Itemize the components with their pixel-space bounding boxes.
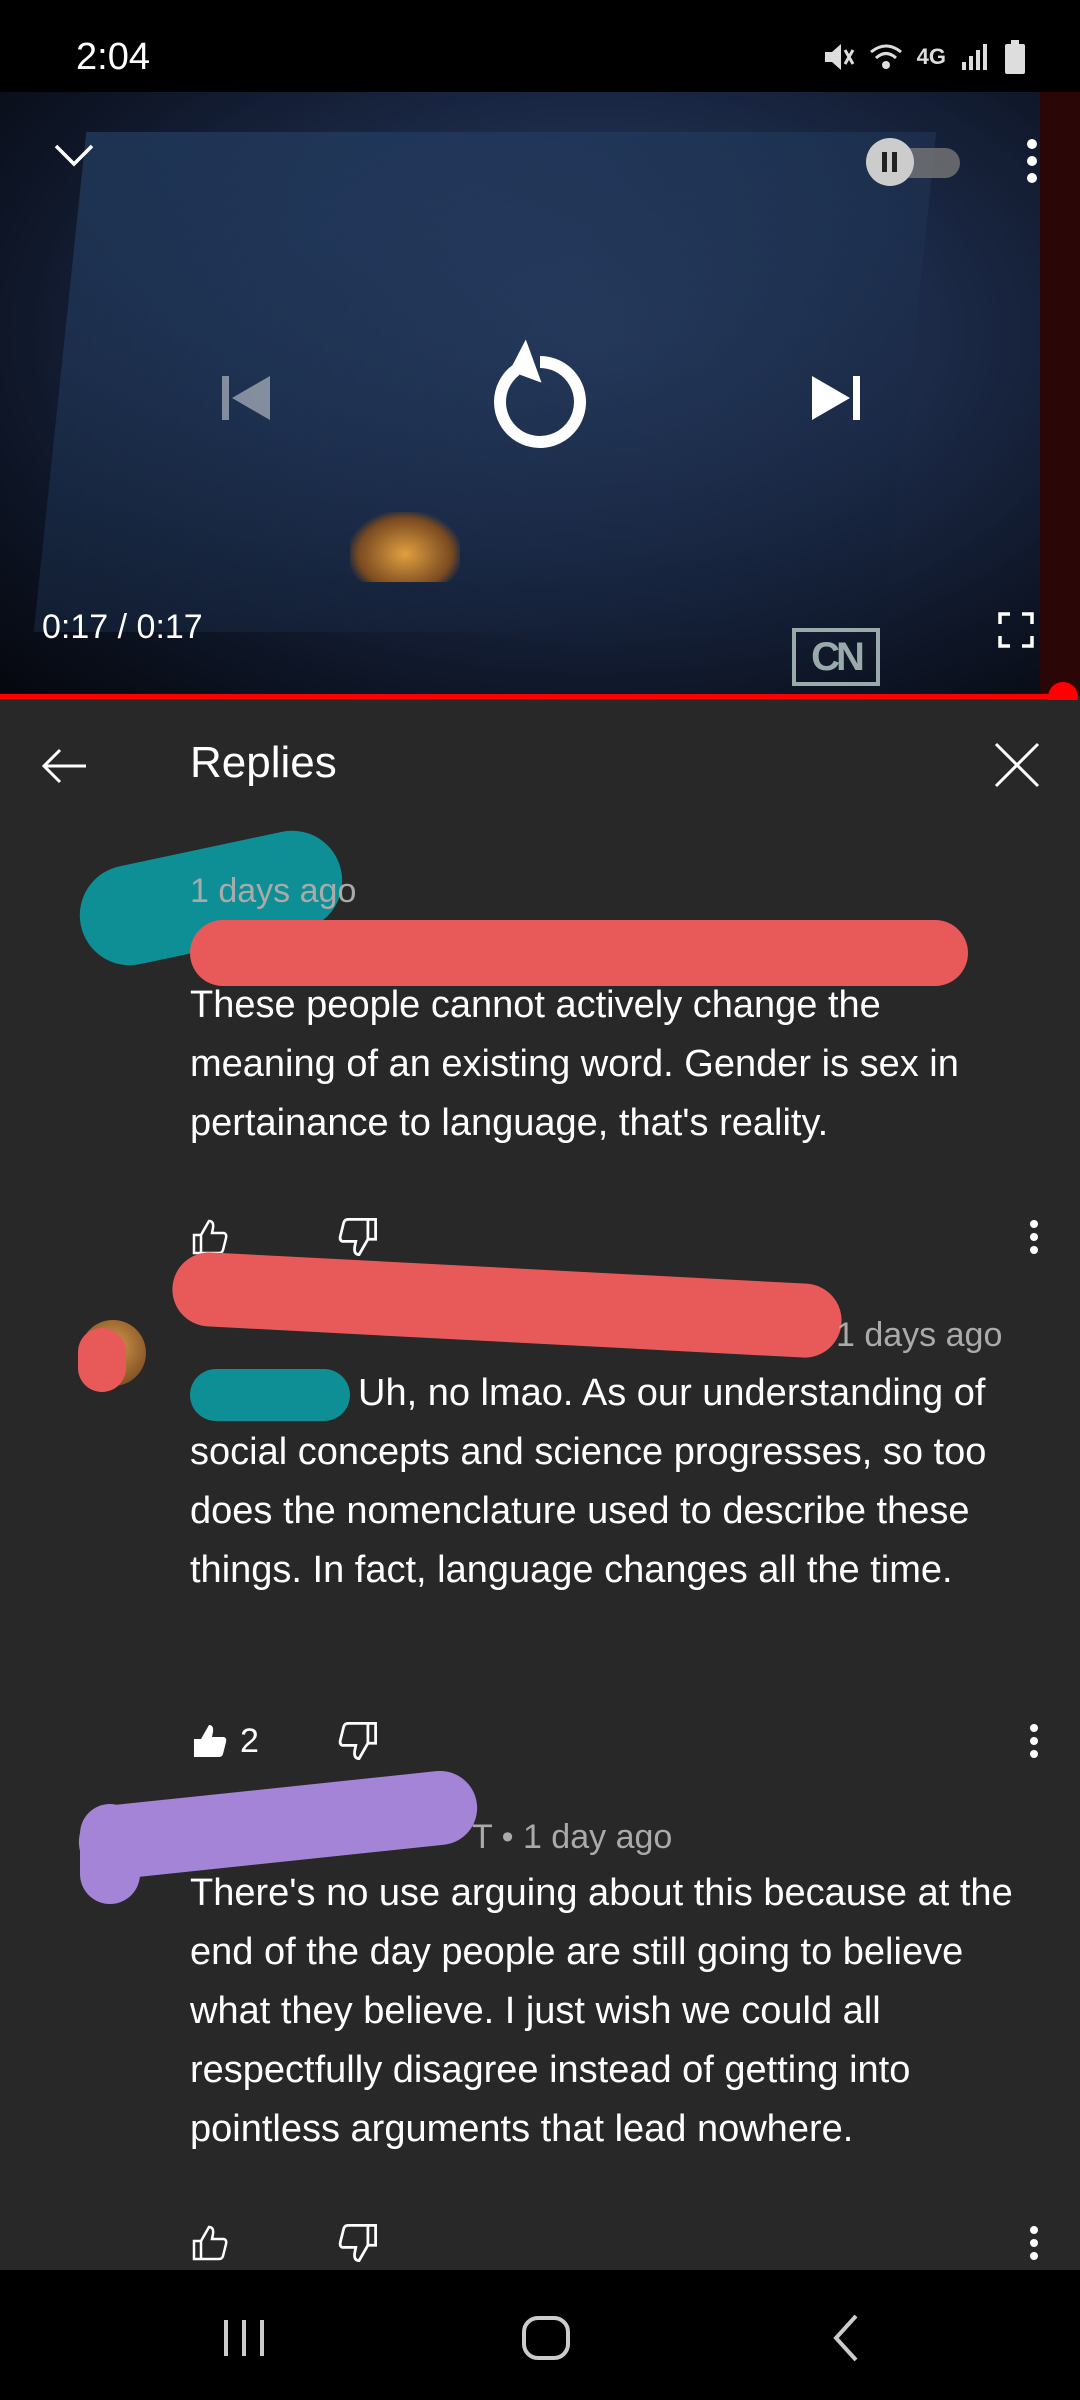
system-nav-bar	[0, 2270, 1080, 2400]
pause-icon	[866, 138, 914, 186]
replay-icon[interactable]	[486, 330, 594, 450]
comment-actions	[190, 1212, 1050, 1262]
thumb-down-icon[interactable]	[336, 1212, 380, 1262]
battery-icon	[1005, 40, 1025, 74]
thumb-down-icon[interactable]	[336, 2218, 380, 2268]
next-icon[interactable]	[808, 370, 864, 426]
redacted-avatar	[80, 1804, 140, 1904]
time-separator: /	[108, 608, 137, 646]
home-icon[interactable]	[516, 2308, 576, 2368]
duration: 0:17	[136, 608, 203, 646]
mute-icon	[824, 44, 854, 70]
comment-actions: 2	[190, 1716, 1050, 1766]
more-options-icon[interactable]	[1026, 1716, 1042, 1766]
video-frame	[33, 132, 937, 632]
like-button[interactable]: 2	[190, 1716, 259, 1766]
like-count: 2	[240, 1721, 259, 1760]
signal-icon	[962, 44, 987, 70]
like-button[interactable]	[190, 2218, 240, 2268]
time-display: 0:17 / 0:17	[42, 608, 203, 647]
comment-meta: 1 days ago	[190, 872, 357, 910]
status-icons: 4G	[821, 40, 1026, 74]
progress-bar[interactable]	[0, 694, 1062, 699]
fullscreen-icon[interactable]	[998, 612, 1034, 648]
status-bar: 2:04 4G	[0, 0, 1080, 92]
recent-apps-icon[interactable]	[214, 2308, 274, 2368]
thumb-up-icon	[192, 1219, 228, 1255]
comment-meta: T • 1 day ago	[472, 1818, 673, 1856]
previous-icon[interactable]	[218, 370, 274, 426]
replies-title: Replies	[190, 738, 337, 787]
replies-header: Replies	[0, 700, 1080, 830]
thumb-down-icon[interactable]	[336, 1716, 380, 1766]
more-options-icon[interactable]	[1024, 136, 1040, 186]
comment-text: There's no use arguing about this becaus…	[190, 1872, 1013, 2150]
comment-text: These people cannot actively change the …	[190, 984, 959, 1144]
thumb-up-filled-icon	[194, 1725, 227, 1757]
replies-list[interactable]: 1 days ago These people cannot actively …	[0, 821, 1080, 2270]
autoplay-toggle[interactable]	[866, 138, 960, 186]
back-arrow-icon[interactable]	[40, 746, 90, 786]
video-lamp	[350, 512, 460, 582]
redacted-username	[170, 1250, 844, 1360]
wifi-icon	[869, 44, 902, 69]
current-time: 0:17	[42, 608, 109, 646]
chevron-down-icon[interactable]	[52, 140, 96, 170]
video-edge	[1040, 92, 1080, 696]
close-icon[interactable]	[992, 740, 1042, 790]
4g-icon: 4G	[916, 44, 946, 69]
more-options-icon[interactable]	[1026, 1212, 1042, 1262]
more-options-icon[interactable]	[1026, 2218, 1042, 2268]
comment-text: Uh, no lmao. As our understanding of soc…	[190, 1364, 1030, 1600]
redacted-avatar	[78, 1328, 126, 1392]
status-time: 2:04	[76, 36, 150, 78]
back-icon[interactable]	[818, 2308, 878, 2368]
thumb-up-icon	[192, 2225, 228, 2261]
comment-meta: 1 days ago	[836, 1316, 1003, 1354]
redacted-mention[interactable]	[190, 1368, 350, 1421]
comment-actions	[190, 2218, 1050, 2268]
channel-watermark: CN	[792, 628, 880, 686]
